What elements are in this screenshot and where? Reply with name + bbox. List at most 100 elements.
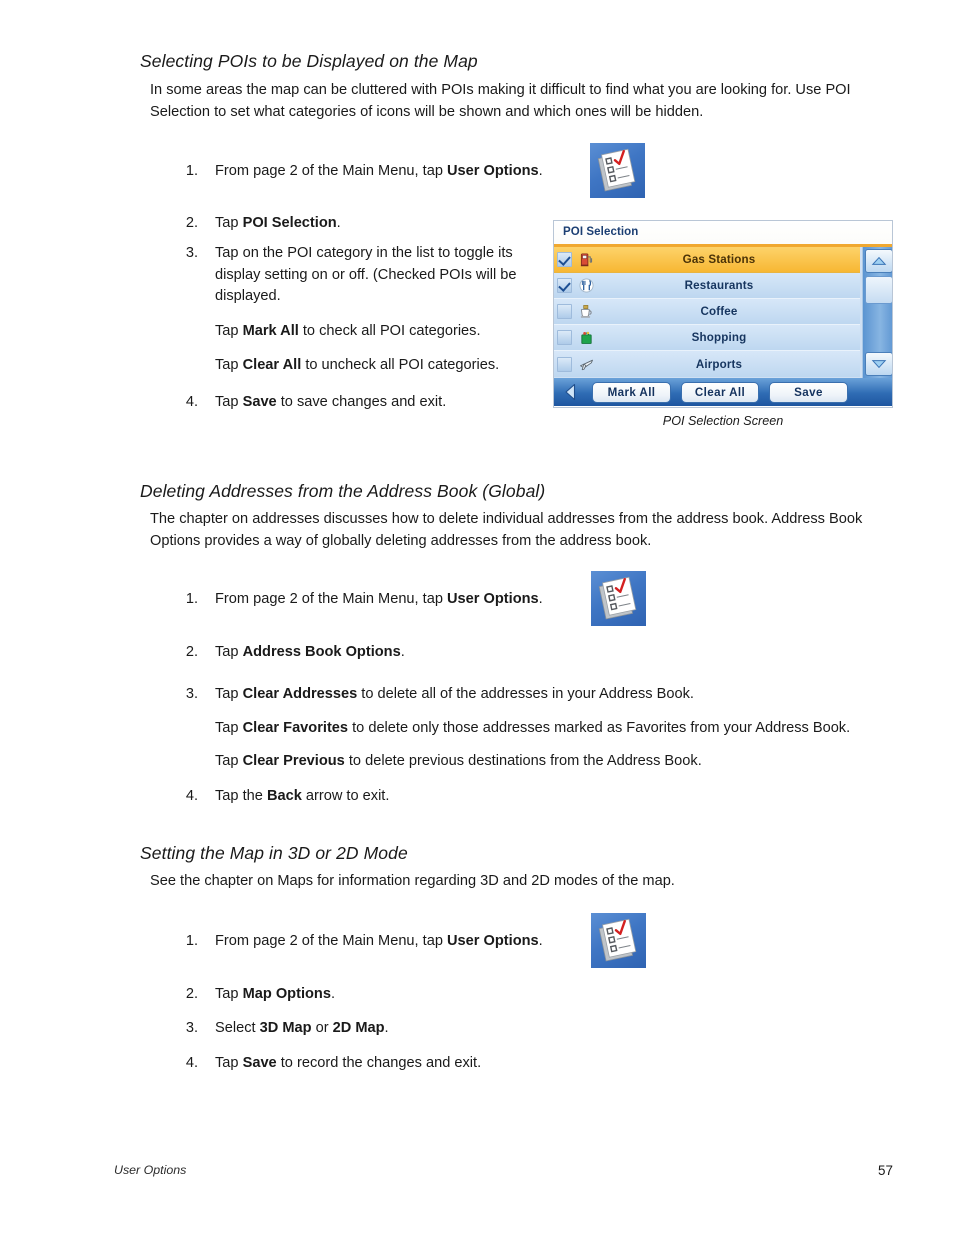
step-text-part: From page 2 of the Main Menu, tap [215,163,448,179]
section-heading-map-mode: Setting the Map in 3D or 2D Mode [140,843,408,863]
list-item-step-2: 2. Tap POI Selection. [168,213,568,235]
step-text-part: Tap [215,1054,243,1071]
bold-term: POI Selection [242,214,337,231]
poi-label-gas-stations: Gas Stations [682,253,756,266]
checkbox-coffee[interactable] [557,304,572,319]
save-button[interactable]: Save [769,381,848,403]
section-intro-map-mode: See the chapter on Maps for information … [150,873,675,889]
bold-term: Back [266,787,302,804]
step-number: 1. [185,163,198,179]
poi-row-restaurants[interactable]: Restaurants [554,273,860,299]
poi-row-shopping[interactable]: Shopping [554,325,860,351]
footer-chapter-label: User Options [114,1163,187,1177]
step-text-part: to save changes and exit. [276,393,447,410]
device-button-bar: Mark All Clear All Save [554,378,892,406]
clear-all-button[interactable]: Clear All [681,381,759,403]
list-item-step-3: 3. Select 3D Map or 2D Map. [168,1018,868,1040]
list-item-step-1: 1. From page 2 of the Main Menu, tap Use… [168,589,898,611]
user-options-icon [591,571,646,626]
step-text: Tap the Back arrow to exit. [215,786,898,808]
step-text: Tap Map Options. [215,984,868,1006]
step-text: Tap Save to record the changes and exit. [215,1053,868,1075]
step-text: From page 2 of the Main Menu, tap User O… [215,931,868,953]
step-text-part: . [538,163,543,179]
substep-clear-previous: Tap Clear Previous to delete previous de… [215,751,898,773]
poi-label-restaurants: Restaurants [684,279,754,292]
step-text: Tap on the POI category in the list to t… [215,245,517,304]
user-options-checklist-glyph [597,148,636,192]
step-text-part: . [330,985,336,1002]
poi-label-airports: Airports [695,357,743,371]
list-item-step-2: 2. Tap Address Book Options. [168,642,898,664]
substep-text-part: Tap [215,719,243,736]
figure-caption-poi-selection: POI Selection Screen [662,414,784,428]
checkbox-airports[interactable] [557,356,572,372]
substep-clear-favorites: Tap Clear Favorites to delete only those… [215,718,925,740]
user-options-checklist-glyph [598,918,637,962]
bold-term: User Options [447,591,539,607]
poi-row-coffee[interactable]: Coffee [554,299,860,325]
step-text: Tap Clear Addresses to delete all of the… [215,684,898,706]
checkbox-gas-stations[interactable] [557,252,572,267]
user-options-icon [590,143,645,198]
bold-term-2d: 2D Map [332,1020,385,1036]
poi-label-shopping: Shopping [691,331,747,344]
checkbox-restaurants[interactable] [557,278,572,293]
steps-list-poi-selection: 1. From page 2 of the Main Menu, tap Use… [168,161,568,413]
bold-term: User Options [447,163,539,179]
list-item-step-4: 4. Tap Save to record the changes and ex… [168,1053,868,1075]
step-text-part: to record the changes and exit. [276,1054,482,1071]
steps-list-map-mode: 1. From page 2 of the Main Menu, tap Use… [168,931,868,1074]
substep-text-part: Tap [215,357,243,373]
step-number: 2. [185,985,198,1002]
list-item-step-4: 4. Tap the Back arrow to exit. [168,786,898,808]
list-scrollbar[interactable] [862,247,892,378]
step-text: From page 2 of the Main Menu, tap User O… [215,161,568,183]
chevron-up-icon [871,256,887,265]
step-text: Tap POI Selection. [215,213,568,235]
page-number: 57 [878,1163,893,1178]
back-arrow-button[interactable] [560,381,582,403]
poi-label-coffee: Coffee [700,305,738,318]
step-text: Tap Save to save changes and exit. [215,392,568,414]
coffee-cup-icon [576,303,596,321]
step-text-part: . [538,591,543,607]
list-item-step-4: 4. Tap Save to save changes and exit. [168,392,568,414]
device-title-text: POI Selection [563,226,639,238]
step-text-part: arrow to exit. [301,787,390,804]
scroll-up-button[interactable] [865,249,892,273]
step-text-part: Tap [215,214,243,231]
poi-row-airports[interactable]: Airports [554,351,860,377]
substep-text-part: to delete only those addresses marked as… [348,719,851,736]
bold-term: Address Book Options [242,643,401,660]
step-number: 4. [185,787,198,804]
bold-term: Clear Addresses [242,686,358,702]
mark-all-button[interactable]: Mark All [592,381,671,403]
step-text-part: . [384,1020,389,1036]
substep-clear-all: Tap Clear All to uncheck all POI categor… [215,355,568,377]
scroll-down-button[interactable] [865,352,892,376]
airplane-icon [576,355,596,373]
steps-list-deleting-addresses: 1. From page 2 of the Main Menu, tap Use… [168,589,898,807]
step-number: 3. [185,245,198,261]
scrollbar-thumb[interactable] [865,276,892,304]
step-number: 3. [185,1020,198,1036]
poi-category-list: Gas Stations Restaurants Coffee Shopping… [554,247,892,378]
step-number: 1. [185,591,198,607]
bold-term: Save [242,393,277,410]
bold-term-3d: 3D Map [259,1020,312,1036]
bold-term: User Options [447,933,539,949]
gas-pump-icon [576,251,596,269]
document-page: Selecting POIs to be Displayed on the Ma… [0,0,954,1235]
checkbox-shopping[interactable] [557,330,572,345]
restaurant-icon [576,277,596,295]
section-intro-deleting-addresses: The chapter on addresses discusses how t… [150,511,863,549]
user-options-checklist-glyph [598,576,637,620]
poi-row-gas-stations[interactable]: Gas Stations [554,247,860,273]
step-text-part: . [336,214,341,231]
section-heading-poi-selection: Selecting POIs to be Displayed on the Ma… [140,51,478,71]
step-text-part: Tap [215,686,243,702]
substep-text-part: to delete previous destinations from the… [344,753,702,769]
list-item-step-1: 1. From page 2 of the Main Menu, tap Use… [168,931,868,953]
step-text: Tap Address Book Options. [215,642,898,664]
